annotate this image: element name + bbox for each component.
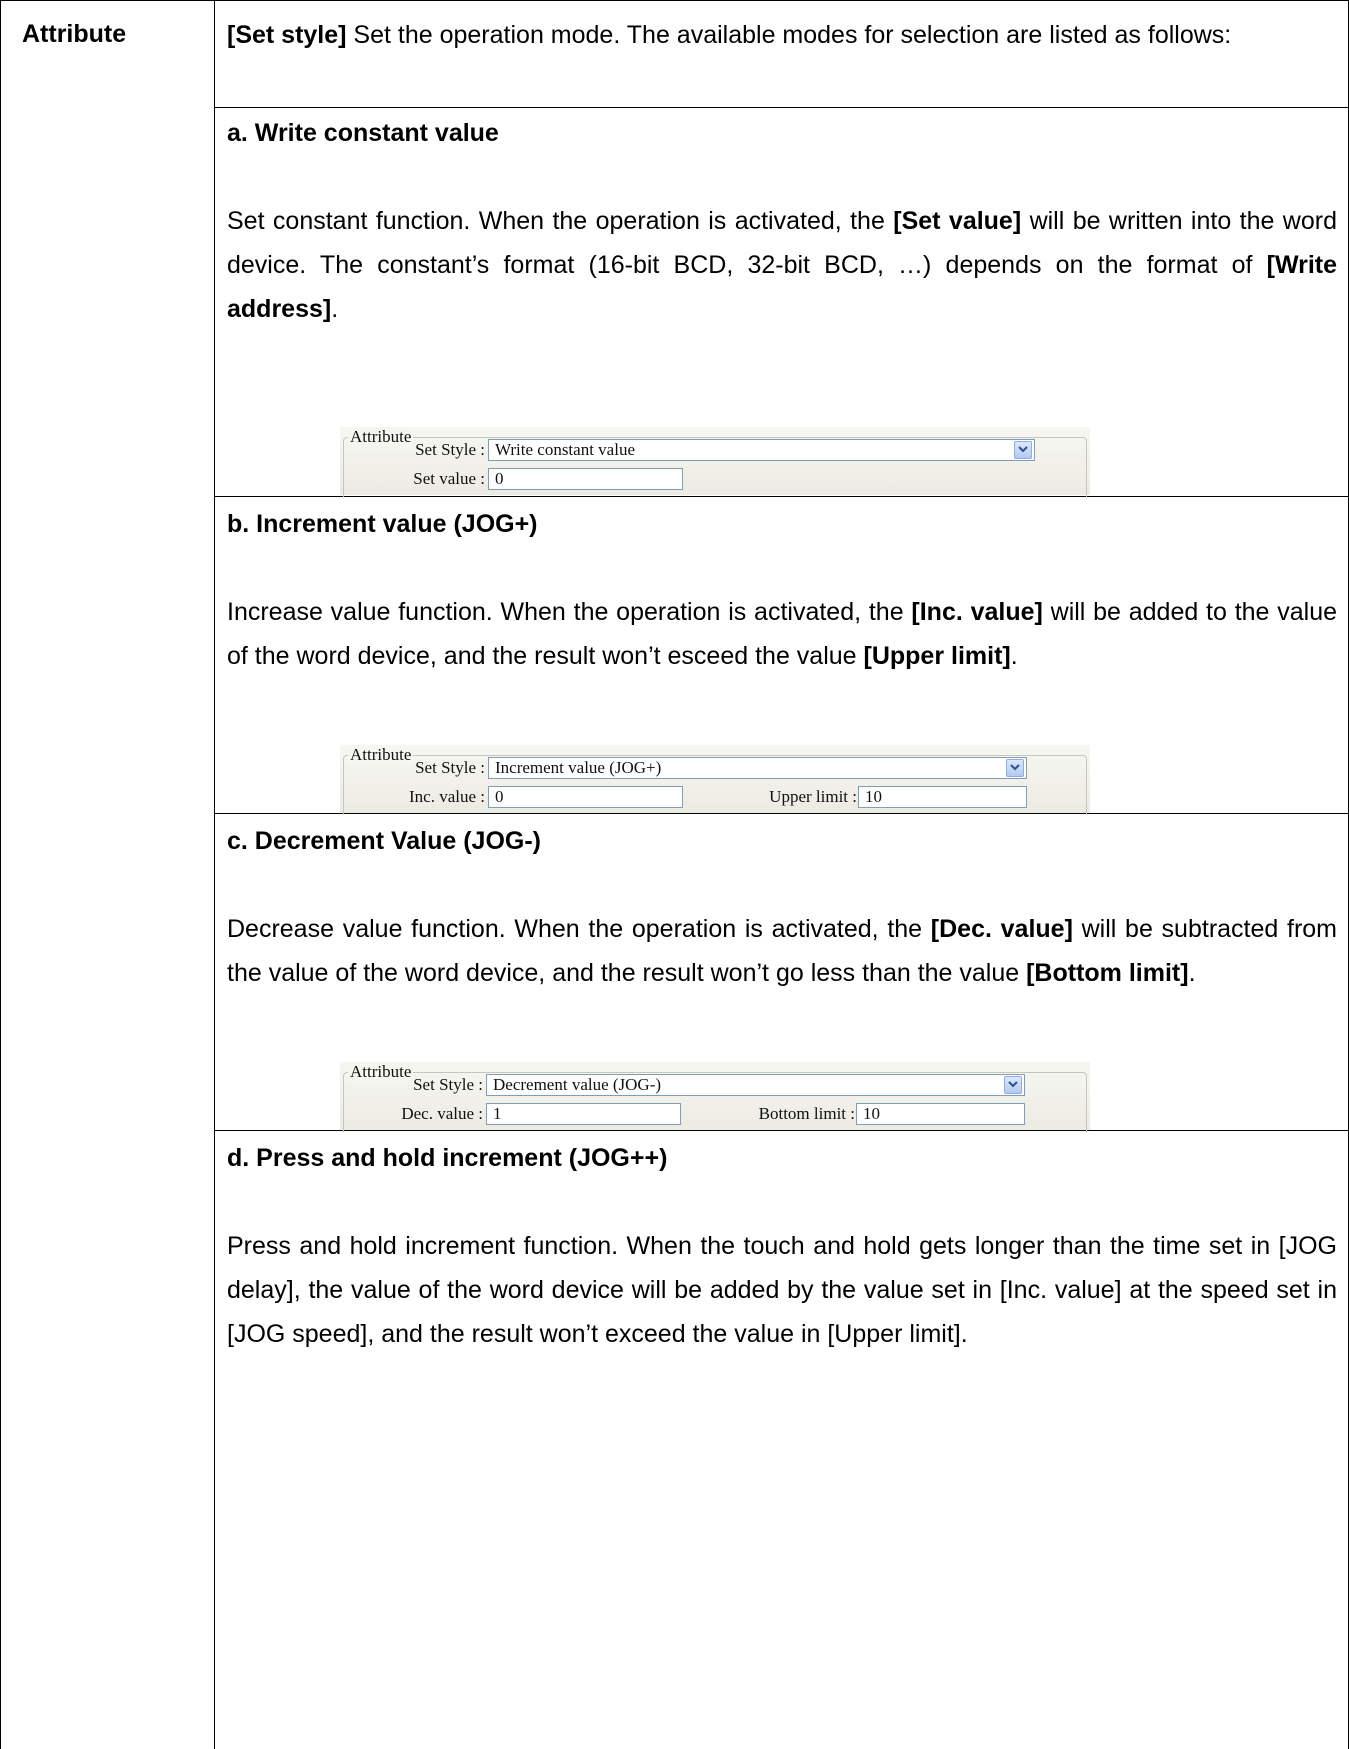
set-value-label: Set value : (413, 469, 485, 488)
set-style-label: Set Style : (415, 758, 485, 777)
section-heading: b. Increment value (JOG+) (227, 510, 538, 538)
chevron-down-icon[interactable] (1004, 1076, 1022, 1094)
inc-value-text: 0 (495, 787, 504, 806)
section-description: Press and hold increment function. When … (227, 1224, 1337, 1356)
set-style-value: Increment value (JOG+) (495, 758, 662, 777)
dec-value-text: 1 (493, 1104, 502, 1123)
attribute-panel-decrement: Attribute Set Style : Decrement value (J… (340, 1062, 1090, 1132)
inc-value-label: Inc. value : (409, 787, 485, 806)
section-increment: b. Increment value (JOG+) Increase value… (227, 502, 1337, 678)
bold-term: [Inc. value] (911, 598, 1043, 626)
description-run: . (331, 295, 339, 323)
attribute-table: Attribute [Set style] Set the operation … (0, 0, 1349, 1749)
bold-term: [Set value] (893, 207, 1022, 235)
description-run: . (1188, 959, 1196, 987)
attribute-panel-write-constant: Attribute Set Style : Write constant val… (340, 427, 1090, 497)
inc-value-input[interactable]: 0 (488, 786, 683, 808)
section-decrement: c. Decrement Value (JOG-) Decrease value… (227, 819, 1337, 995)
dec-value-input[interactable]: 1 (486, 1103, 681, 1125)
chevron-down-icon[interactable] (1014, 441, 1032, 459)
chevron-down-icon[interactable] (1006, 759, 1024, 777)
separator (214, 107, 1349, 108)
set-style-value: Decrement value (JOG-) (493, 1075, 662, 1094)
section-press-hold-increment: d. Press and hold increment (JOG++) Pres… (227, 1136, 1337, 1356)
set-style-dropdown[interactable]: Decrement value (JOG-) (486, 1074, 1025, 1096)
panel-legend: Attribute (348, 427, 414, 447)
set-style-value: Write constant value (495, 440, 635, 459)
set-style-dropdown[interactable]: Increment value (JOG+) (488, 757, 1027, 779)
intro-text: [Set style] Set the operation mode. The … (227, 13, 1337, 57)
set-value-input[interactable]: 0 (488, 468, 683, 490)
dec-value-label: Dec. value : (401, 1104, 483, 1123)
section-description: Set constant function. When the operatio… (227, 199, 1337, 331)
row-label: Attribute (22, 20, 127, 48)
bottom-limit-label: Bottom limit : (758, 1104, 855, 1123)
panel-legend: Attribute (348, 1062, 414, 1082)
section-write-constant: a. Write constant value Set constant fun… (227, 111, 1337, 331)
upper-limit-input[interactable]: 10 (858, 786, 1027, 808)
set-style-dropdown[interactable]: Write constant value (488, 439, 1035, 461)
bottom-limit-text: 10 (863, 1104, 880, 1123)
bold-term: [Dec. value] (930, 915, 1073, 943)
upper-limit-text: 10 (865, 787, 882, 806)
intro-rest: Set the operation mode. The available mo… (346, 21, 1232, 49)
set-style-label: Set Style : (415, 440, 485, 459)
intro-cell: [Set style] Set the operation mode. The … (227, 13, 1337, 57)
panel-legend: Attribute (348, 745, 414, 765)
section-description: Decrease value function. When the operat… (227, 907, 1337, 995)
section-description: Increase value function. When the operat… (227, 590, 1337, 678)
description-run: Decrease value function. When the operat… (227, 915, 931, 943)
description-run: . (1010, 642, 1018, 670)
section-heading: a. Write constant value (227, 119, 499, 147)
description-run: Press and hold increment function. When … (227, 1232, 1337, 1348)
section-heading: d. Press and hold increment (JOG++) (227, 1144, 668, 1172)
intro-bold: [Set style] (227, 21, 347, 49)
bottom-limit-input[interactable]: 10 (856, 1103, 1025, 1125)
label-column: Attribute (0, 0, 215, 1749)
bold-term: [Bottom limit] (1026, 959, 1189, 987)
upper-limit-label: Upper limit : (769, 787, 857, 806)
attribute-panel-increment: Attribute Set Style : Increment value (J… (340, 745, 1090, 815)
description-run: Increase value function. When the operat… (227, 598, 912, 626)
set-style-label: Set Style : (413, 1075, 483, 1094)
bold-term: [Upper limit] (863, 642, 1011, 670)
section-heading: c. Decrement Value (JOG-) (227, 827, 542, 855)
description-run: Set constant function. When the operatio… (227, 207, 894, 235)
set-value-text: 0 (495, 469, 504, 488)
